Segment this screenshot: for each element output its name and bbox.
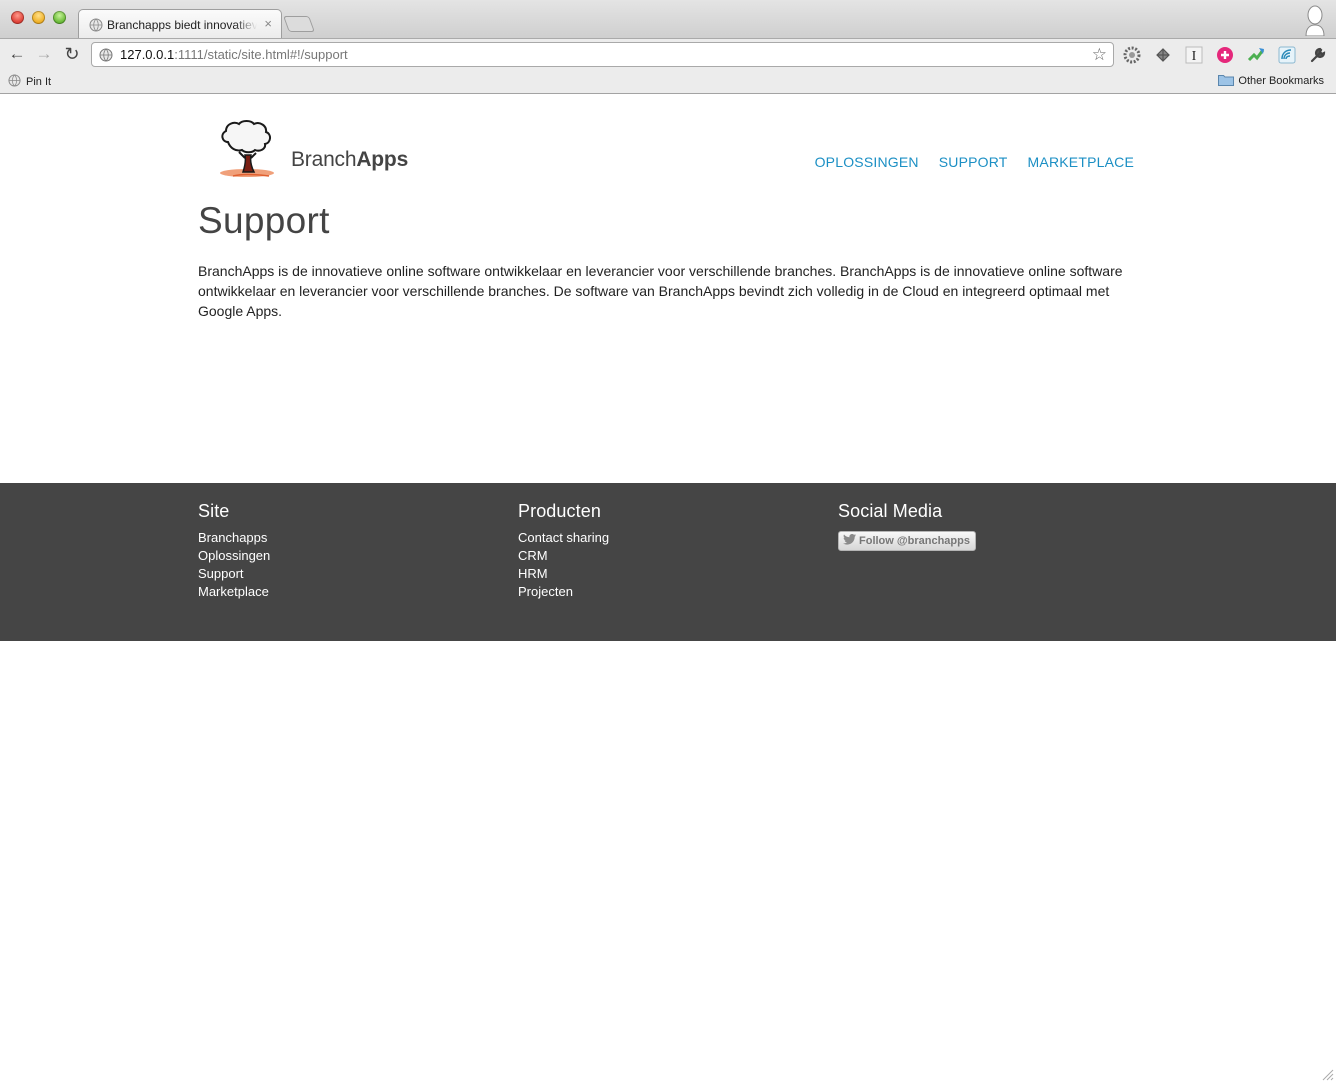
minimize-window-button[interactable] [32, 11, 45, 24]
address-bar[interactable]: 127.0.0.1:1111/static/site.html#!/suppor… [91, 42, 1114, 67]
footer-heading-social: Social Media [838, 501, 943, 521]
nav-link-support[interactable]: SUPPORT [939, 154, 1008, 170]
footer-heading-site: Site [198, 501, 230, 521]
url-host: 127.0.0.1 [120, 47, 175, 62]
reload-icon[interactable]: ↻ [62, 44, 82, 64]
footer-link-oplossingen[interactable]: Oplossingen [198, 547, 270, 565]
other-bookmarks-folder[interactable]: Other Bookmarks [1218, 74, 1324, 87]
footer-link-hrm[interactable]: HRM [518, 565, 609, 583]
folder-icon [1218, 75, 1235, 86]
arrows-icon[interactable] [1247, 46, 1265, 64]
browser-toolbar: ← → ↻ 127.0.0.1:1111/static/site.html#!/… [0, 38, 1336, 70]
globe-icon [99, 48, 113, 62]
globe-icon [8, 74, 21, 87]
wrench-icon[interactable] [1309, 46, 1327, 64]
follow-label: Follow @branchapps [859, 535, 970, 547]
twitter-follow-button[interactable]: Follow @branchapps [838, 531, 976, 551]
zoom-window-button[interactable] [53, 11, 66, 24]
footer-link-branchapps[interactable]: Branchapps [198, 529, 270, 547]
logo-text-bold: Apps [356, 148, 409, 171]
globe-icon [89, 18, 103, 32]
plus-icon[interactable] [1216, 46, 1234, 64]
nav-link-oplossingen[interactable]: OPLOSSINGEN [815, 154, 919, 170]
nav-link-marketplace[interactable]: MARKETPLACE [1028, 154, 1134, 170]
site-header: BranchApps OPLOSSINGEN SUPPORT MARKETPLA… [0, 95, 1336, 195]
bookmarks-bar: Pin It Other Bookmarks [0, 70, 1336, 94]
tab-close-icon[interactable]: × [264, 16, 272, 31]
puzzle-icon[interactable] [1154, 46, 1172, 64]
back-arrow-icon[interactable]: ← [7, 44, 27, 64]
browser-titlebar: Branchapps biedt innovatieve × [0, 0, 1336, 38]
page-body-text: BranchApps is de innovatieve online soft… [198, 263, 1123, 319]
footer-heading-producten: Producten [518, 501, 601, 521]
footer-col-producten: Producten Contact sharing CRM HRM Projec… [518, 501, 609, 601]
new-tab-button[interactable] [283, 16, 315, 32]
main-nav: OPLOSSINGEN SUPPORT MARKETPLACE [815, 154, 1134, 170]
svg-text:I: I [1192, 49, 1197, 64]
browser-tab[interactable]: Branchapps biedt innovatieve × [78, 9, 282, 38]
footer-link-support[interactable]: Support [198, 565, 270, 583]
logo-wordmark[interactable]: BranchApps [291, 148, 408, 172]
bookmark-label: Pin It [26, 76, 52, 88]
profile-icon[interactable] [1304, 4, 1326, 36]
page-title: Support [198, 200, 330, 241]
twitter-bird-icon [843, 534, 856, 545]
resize-grip-icon[interactable] [1322, 1069, 1334, 1081]
wave-icon[interactable] [1278, 46, 1296, 64]
footer-col-site: Site Branchapps Oplossingen Support Mark… [198, 501, 270, 601]
bookmark-label: Other Bookmarks [1238, 75, 1324, 87]
forward-arrow-icon[interactable]: → [34, 44, 54, 64]
instapaper-icon[interactable]: I [1185, 46, 1203, 64]
tree-logo-icon[interactable] [216, 120, 278, 180]
logo-text-light: Branch [291, 148, 357, 171]
url-path: :1111/static/site.html#!/support [174, 47, 348, 62]
url-text[interactable]: 127.0.0.1:1111/static/site.html#!/suppor… [120, 47, 348, 62]
bookmark-pin-it[interactable]: Pin It [8, 74, 51, 88]
footer-link-marketplace[interactable]: Marketplace [198, 583, 270, 601]
footer-link-crm[interactable]: CRM [518, 547, 609, 565]
footer-link-contact-sharing[interactable]: Contact sharing [518, 529, 609, 547]
footer-link-projecten[interactable]: Projecten [518, 583, 609, 601]
main-content: Support BranchApps is de innovatieve onl… [198, 200, 1138, 321]
footer-col-social: Social Media Follow @branchapps [838, 501, 976, 551]
tab-title: Branchapps biedt innovatieve [107, 18, 257, 32]
close-window-button[interactable] [11, 11, 24, 24]
gear-icon[interactable] [1123, 46, 1141, 64]
site-footer: Site Branchapps Oplossingen Support Mark… [0, 483, 1336, 641]
bookmark-star-icon[interactable]: ☆ [1092, 45, 1107, 65]
